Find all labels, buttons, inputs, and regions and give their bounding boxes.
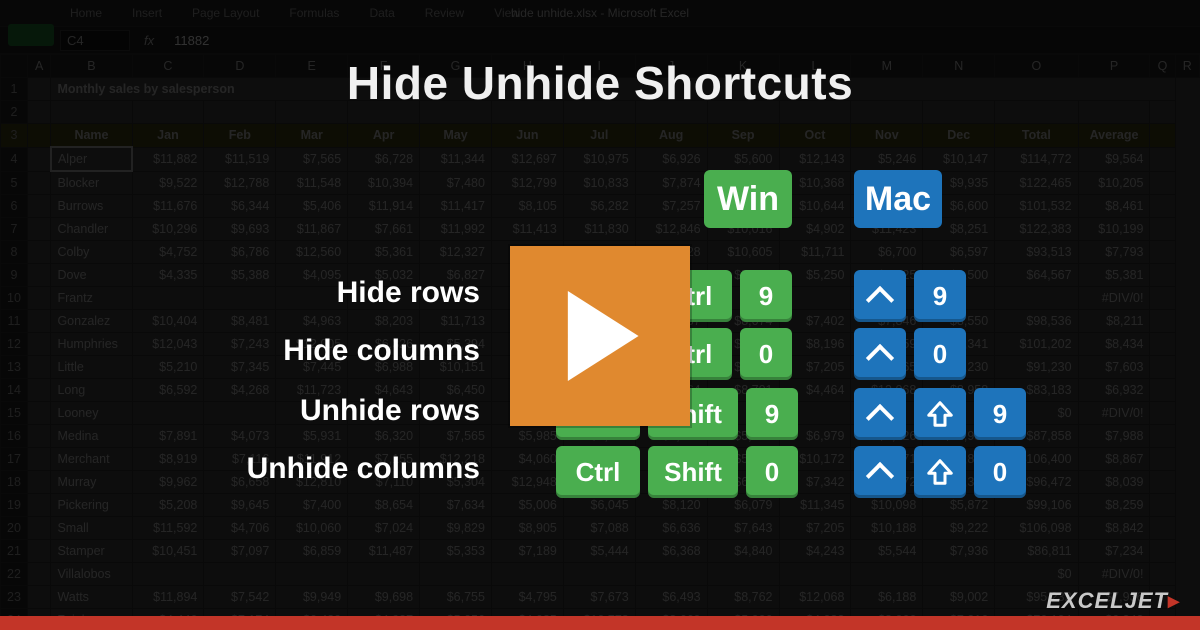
label-unhide-rows: Unhide rows <box>60 394 480 428</box>
control-caret-icon <box>854 328 906 380</box>
label-hide-columns: Hide columns <box>60 334 480 368</box>
key-0: 0 <box>740 328 792 380</box>
thumbnail-stage: hide unhide.xlsx - Microsoft Excel HomeI… <box>0 0 1200 630</box>
key-9: 9 <box>914 270 966 322</box>
key-9: 9 <box>746 388 798 440</box>
key-ctrl: Ctrl <box>556 446 640 498</box>
play-button[interactable] <box>510 246 690 426</box>
control-caret-icon <box>854 388 906 440</box>
slide-title: Hide Unhide Shortcuts <box>0 56 1200 110</box>
brand-name: EXCELJET <box>1046 588 1168 613</box>
slide-overlay: Hide Unhide Shortcuts Win Mac Hide rows … <box>0 0 1200 630</box>
key-0: 0 <box>974 446 1026 498</box>
label-unhide-columns: Unhide columns <box>60 452 480 486</box>
brand-accent-icon: ▸ <box>1168 588 1180 613</box>
shift-arrow-icon <box>914 388 966 440</box>
platform-label-win: Win <box>704 170 792 228</box>
control-caret-icon <box>854 270 906 322</box>
play-icon <box>560 291 640 381</box>
key-9: 9 <box>740 270 792 322</box>
shift-arrow-icon <box>914 446 966 498</box>
platform-label-mac: Mac <box>854 170 942 228</box>
key-0: 0 <box>746 446 798 498</box>
control-caret-icon <box>854 446 906 498</box>
key-9: 9 <box>974 388 1026 440</box>
key-0: 0 <box>914 328 966 380</box>
label-hide-rows: Hide rows <box>60 276 480 310</box>
brand-accent-bar <box>0 616 1200 630</box>
key-shift: Shift <box>648 446 738 498</box>
brand-logo: EXCELJET▸ <box>1046 588 1180 614</box>
